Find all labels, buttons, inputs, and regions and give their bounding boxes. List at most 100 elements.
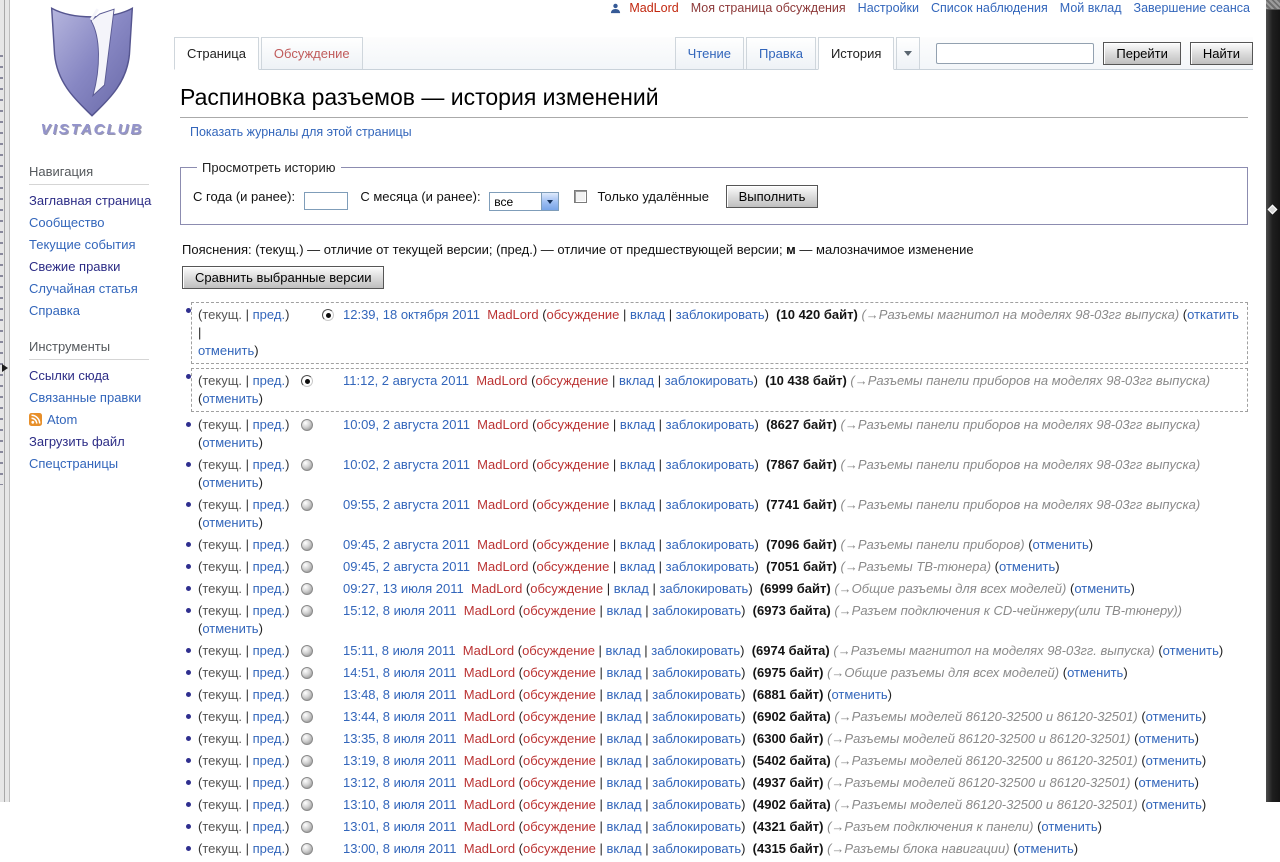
user-contribs-link[interactable]: вклад bbox=[620, 537, 655, 552]
sidebar-link[interactable]: Связанные правки bbox=[29, 390, 141, 405]
user-talk-link[interactable]: обсуждение bbox=[523, 709, 596, 724]
action-link[interactable]: отменить bbox=[202, 621, 258, 636]
action-link[interactable]: отменить bbox=[1067, 665, 1123, 680]
user-contribs-link[interactable]: вклад bbox=[620, 497, 655, 512]
revision-date-link[interactable]: 14:51, 8 июля 2011 bbox=[343, 665, 457, 680]
sidebar-link[interactable]: Справка bbox=[29, 303, 80, 318]
sidebar-link[interactable]: Случайная статья bbox=[29, 281, 138, 296]
deleted-only-checkbox[interactable] bbox=[574, 190, 587, 203]
action-link[interactable]: отменить bbox=[1146, 709, 1202, 724]
user-contribs-link[interactable]: вклад bbox=[606, 819, 641, 834]
revision-date-link[interactable]: 15:12, 8 июля 2011 bbox=[343, 603, 457, 618]
cur-link[interactable]: текущ. bbox=[202, 417, 242, 432]
action-link[interactable]: отменить bbox=[1138, 775, 1194, 790]
user-link[interactable]: MadLord bbox=[477, 457, 528, 472]
action-link[interactable]: отменить bbox=[831, 687, 887, 702]
personal-link[interactable]: Список наблюдения bbox=[931, 1, 1048, 15]
user-block-link[interactable]: заблокировать bbox=[652, 731, 741, 746]
revision-radio[interactable] bbox=[301, 689, 313, 701]
user-talk-link[interactable]: обсуждение bbox=[536, 537, 609, 552]
user-contribs-link[interactable]: вклад bbox=[630, 307, 665, 322]
user-contribs-link[interactable]: вклад bbox=[606, 643, 641, 658]
sidebar-link[interactable]: Заглавная страница bbox=[29, 193, 151, 208]
user-talk-link[interactable]: обсуждение bbox=[523, 819, 596, 834]
user-contribs-link[interactable]: вклад bbox=[606, 775, 641, 790]
user-contribs-link[interactable]: вклад bbox=[606, 797, 641, 812]
user-block-link[interactable]: заблокировать bbox=[652, 603, 741, 618]
prev-link[interactable]: пред. bbox=[253, 709, 285, 724]
user-block-link[interactable]: заблокировать bbox=[676, 307, 765, 322]
user-block-link[interactable]: заблокировать bbox=[651, 643, 740, 658]
prev-link[interactable]: пред. bbox=[253, 307, 285, 322]
tab-discussion[interactable]: Обсуждение bbox=[261, 37, 363, 69]
prev-link[interactable]: пред. bbox=[253, 559, 285, 574]
user-link[interactable]: MadLord bbox=[477, 417, 528, 432]
user-link[interactable]: MadLord bbox=[464, 753, 515, 768]
right-splitter-bar[interactable] bbox=[1266, 0, 1280, 802]
search-input[interactable] bbox=[936, 43, 1094, 64]
revision-date-link[interactable]: 10:09, 2 августа 2011 bbox=[343, 417, 470, 432]
revision-date-link[interactable]: 13:12, 8 июля 2011 bbox=[343, 775, 457, 790]
tab-edit[interactable]: Правка bbox=[746, 37, 816, 69]
sidebar-link[interactable]: Спецстраницы bbox=[29, 456, 118, 471]
revision-date-link[interactable]: 15:11, 8 июля 2011 bbox=[343, 643, 456, 658]
action-link[interactable]: отменить bbox=[999, 559, 1055, 574]
revision-radio[interactable] bbox=[301, 711, 313, 723]
revision-date-link[interactable]: 13:35, 8 июля 2011 bbox=[343, 731, 457, 746]
action-link[interactable]: отменить bbox=[202, 515, 258, 530]
revision-date-link[interactable]: 13:44, 8 июля 2011 bbox=[343, 709, 457, 724]
cur-link[interactable]: текущ. bbox=[202, 709, 242, 724]
user-block-link[interactable]: заблокировать bbox=[666, 559, 755, 574]
user-talk-link[interactable]: обсуждение bbox=[522, 643, 595, 658]
revision-date-link[interactable]: 09:27, 13 июля 2011 bbox=[343, 581, 464, 596]
prev-link[interactable]: пред. bbox=[253, 373, 285, 388]
user-contribs-link[interactable]: вклад bbox=[606, 753, 641, 768]
user-link[interactable]: MadLord bbox=[464, 731, 515, 746]
sidebar-link[interactable]: Свежие правки bbox=[29, 259, 120, 274]
cur-link[interactable]: текущ. bbox=[202, 307, 242, 322]
user-talk-link[interactable]: обсуждение bbox=[535, 373, 608, 388]
user-contribs-link[interactable]: вклад bbox=[620, 417, 655, 432]
tab-read[interactable]: Чтение bbox=[675, 37, 744, 69]
revision-radio[interactable] bbox=[322, 309, 334, 321]
cur-link[interactable]: текущ. bbox=[202, 559, 242, 574]
user-block-link[interactable]: заблокировать bbox=[652, 797, 741, 812]
user-contribs-link[interactable]: вклад bbox=[606, 665, 641, 680]
sidebar-link[interactable]: Загрузить файл bbox=[29, 434, 125, 449]
revision-date-link[interactable]: 12:39, 18 октября 2011 bbox=[343, 307, 480, 322]
tab-history[interactable]: История bbox=[818, 37, 894, 70]
action-link[interactable]: отменить bbox=[1163, 643, 1219, 658]
user-contribs-link[interactable]: вклад bbox=[606, 603, 641, 618]
prev-link[interactable]: пред. bbox=[253, 537, 285, 552]
user-talk-link[interactable]: обсуждение bbox=[523, 797, 596, 812]
personal-link[interactable]: Завершение сеанса bbox=[1134, 1, 1250, 15]
revision-date-link[interactable]: 11:12, 2 августа 2011 bbox=[343, 373, 469, 388]
prev-link[interactable]: пред. bbox=[253, 687, 285, 702]
prev-link[interactable]: пред. bbox=[253, 731, 285, 746]
user-talk-link[interactable]: обсуждение bbox=[523, 665, 596, 680]
user-contribs-link[interactable]: вклад bbox=[606, 687, 641, 702]
site-logo[interactable]: VISTACLUB bbox=[11, 0, 173, 150]
revision-date-link[interactable]: 10:02, 2 августа 2011 bbox=[343, 457, 470, 472]
search-find-button[interactable]: Найти bbox=[1190, 42, 1253, 65]
revision-date-link[interactable]: 13:10, 8 июля 2011 bbox=[343, 797, 457, 812]
user-talk-link[interactable]: обсуждение bbox=[523, 687, 596, 702]
user-block-link[interactable]: заблокировать bbox=[665, 373, 754, 388]
cur-link[interactable]: текущ. bbox=[202, 457, 242, 472]
revision-date-link[interactable]: 13:19, 8 июля 2011 bbox=[343, 753, 457, 768]
cur-link[interactable]: текущ. bbox=[202, 603, 242, 618]
year-input[interactable] bbox=[304, 192, 348, 210]
action-link[interactable]: отменить bbox=[1033, 537, 1089, 552]
user-block-link[interactable]: заблокировать bbox=[666, 497, 755, 512]
run-filter-button[interactable]: Выполнить bbox=[726, 185, 819, 208]
user-link[interactable]: MadLord bbox=[464, 603, 515, 618]
user-block-link[interactable]: заблокировать bbox=[652, 775, 741, 790]
prev-link[interactable]: пред. bbox=[253, 457, 285, 472]
tab-page[interactable]: Страница bbox=[174, 37, 259, 70]
revision-radio[interactable] bbox=[301, 777, 313, 789]
user-contribs-link[interactable]: вклад bbox=[620, 457, 655, 472]
cur-link[interactable]: текущ. bbox=[202, 819, 242, 834]
user-contribs-link[interactable]: вклад bbox=[614, 581, 649, 596]
action-link[interactable]: откатить bbox=[1187, 307, 1239, 322]
user-link[interactable]: MadLord bbox=[477, 537, 528, 552]
